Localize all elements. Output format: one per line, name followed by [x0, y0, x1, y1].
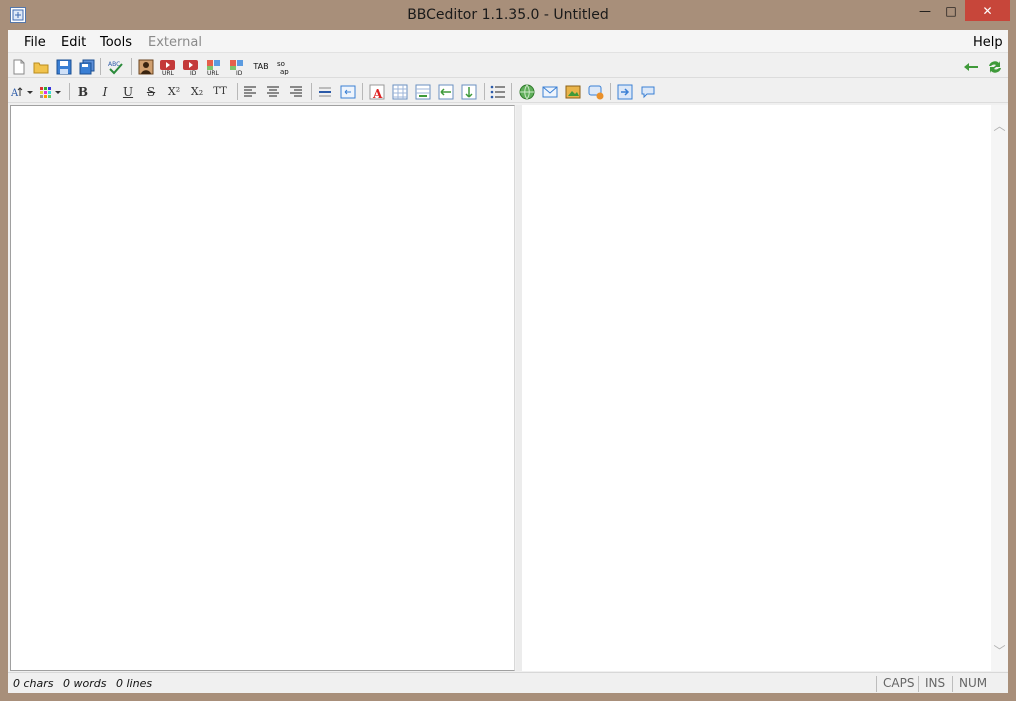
scroll-up-icon[interactable]: ︿ — [991, 117, 1008, 134]
scroll-down-icon[interactable]: ﹀ — [991, 642, 1008, 659]
refresh-icon[interactable] — [986, 58, 1004, 75]
client-area: File Edit Tools External Help ABC URL ID… — [8, 30, 1008, 693]
minimize-button[interactable]: — — [910, 0, 940, 21]
preview-scrollbar[interactable]: ︿ ﹀ — [991, 105, 1008, 671]
youtube-id-icon[interactable]: ID — [182, 58, 200, 75]
svg-text:A: A — [372, 87, 383, 100]
window-title: BBCeditor 1.1.35.0 - Untitled — [407, 7, 609, 23]
menu-help[interactable]: Help — [973, 35, 1003, 50]
menu-tools[interactable]: Tools — [100, 35, 132, 50]
word-count: 0 words — [63, 677, 107, 690]
svg-text:ID: ID — [190, 70, 197, 75]
save-all-icon[interactable] — [78, 58, 96, 75]
line-count: 0 lines — [115, 677, 153, 690]
num-lock-indicator: NUM — [952, 676, 987, 692]
insert-image-icon[interactable] — [564, 83, 582, 100]
font-color-icon[interactable]: A — [368, 83, 386, 100]
save-icon[interactable] — [55, 58, 73, 75]
table-insert-icon[interactable] — [414, 83, 432, 100]
email-icon[interactable] — [541, 83, 559, 100]
maximize-button[interactable]: □ — [937, 0, 965, 21]
svg-text:ap: ap — [280, 68, 289, 75]
video-url-icon[interactable]: URL — [205, 58, 223, 75]
html-preview-pane[interactable] — [522, 105, 991, 671]
new-file-icon[interactable] — [10, 58, 28, 75]
menu-file[interactable]: File — [24, 35, 46, 50]
spellcheck-icon[interactable]: ABC — [107, 58, 125, 75]
bbcode-editor-textarea[interactable] — [10, 105, 515, 671]
spoiler-icon[interactable] — [587, 83, 605, 100]
underline-button[interactable]: U — [119, 83, 137, 100]
horizontal-rule-icon[interactable] — [316, 83, 334, 100]
svg-text:A: A — [10, 88, 19, 99]
menu-edit[interactable]: Edit — [61, 35, 86, 50]
menu-external[interactable]: External — [148, 35, 202, 50]
image-icon[interactable] — [137, 58, 155, 75]
text-stats: 0 chars 0 words 0 lines — [13, 677, 158, 690]
youtube-url-icon[interactable]: URL — [159, 58, 177, 75]
toolbar-separator — [131, 58, 132, 75]
svg-text:ID: ID — [236, 70, 243, 75]
menu-bar: File Edit Tools External Help — [8, 30, 1008, 53]
toolbar-separator — [311, 83, 312, 100]
status-bar: 0 chars 0 words 0 lines CAPS INS NUM — [8, 672, 1008, 693]
toolbar-separator — [237, 83, 238, 100]
caps-lock-indicator: CAPS — [876, 676, 914, 692]
insert-mode-indicator: INS — [918, 676, 945, 692]
toolbar-separator — [100, 58, 101, 75]
align-center-icon[interactable] — [264, 83, 282, 100]
strikethrough-button[interactable]: S — [142, 83, 160, 100]
subscript-button[interactable]: X₂ — [188, 83, 206, 100]
align-left-icon[interactable] — [241, 83, 259, 100]
main-toolbar: ABC URL ID URL ID TAB so ap — [8, 54, 1008, 78]
close-button[interactable]: ✕ — [965, 0, 1010, 21]
bold-button[interactable]: B — [74, 83, 92, 100]
svg-text:URL: URL — [207, 70, 220, 75]
color-palette-dropdown[interactable] — [38, 83, 62, 100]
open-folder-icon[interactable] — [32, 58, 50, 75]
toolbar-separator — [484, 83, 485, 100]
title-bar[interactable]: BBCeditor 1.1.35.0 - Untitled — □ ✕ — [0, 0, 1016, 30]
svg-text:URL: URL — [162, 70, 175, 75]
toolbar-separator — [511, 83, 512, 100]
italic-button[interactable]: I — [96, 83, 114, 100]
toolbar-separator — [362, 83, 363, 100]
toolbar-separator — [69, 83, 70, 100]
char-count: 0 chars — [13, 677, 54, 690]
align-right-icon[interactable] — [287, 83, 305, 100]
video-id-icon[interactable]: ID — [228, 58, 246, 75]
code-icon[interactable] — [616, 83, 634, 100]
table-icon[interactable] — [391, 83, 409, 100]
table-column-icon[interactable] — [460, 83, 478, 100]
list-icon[interactable] — [489, 83, 507, 100]
quote-icon[interactable] — [639, 83, 657, 100]
indent-icon[interactable] — [339, 83, 357, 100]
back-arrow-icon[interactable] — [962, 58, 980, 75]
svg-text:so: so — [277, 60, 285, 68]
tab-icon[interactable]: TAB — [252, 58, 270, 75]
superscript-button[interactable]: X² — [165, 83, 183, 100]
toolbar-separator — [610, 83, 611, 100]
format-toolbar: A B I U S X² X₂ TT A — [8, 79, 1008, 103]
table-row-icon[interactable] — [437, 83, 455, 100]
link-icon[interactable] — [518, 83, 536, 100]
font-size-dropdown[interactable]: A — [10, 83, 34, 100]
typewriter-button[interactable]: TT — [211, 83, 229, 100]
app-window: BBCeditor 1.1.35.0 - Untitled — □ ✕ File… — [0, 0, 1016, 701]
soap-icon[interactable]: so ap — [274, 58, 292, 75]
